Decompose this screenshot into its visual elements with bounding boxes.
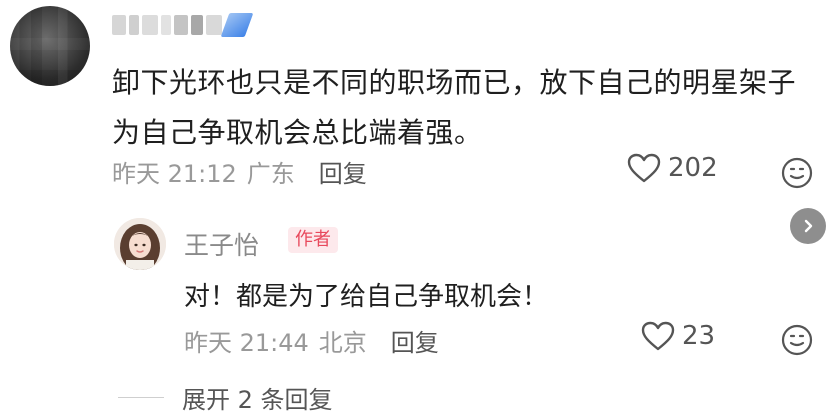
reply-meta: 昨天 21:44 北京 回复 <box>184 323 439 358</box>
expand-replies-button[interactable]: 展开 2 条回复 <box>118 380 333 415</box>
commenter-username-blurred[interactable] <box>112 10 262 40</box>
comment-reply-button[interactable]: 回复 <box>319 154 367 189</box>
heart-outline-icon <box>641 321 675 351</box>
reply-reply-button[interactable]: 回复 <box>391 323 439 358</box>
commenter-avatar[interactable] <box>10 6 90 86</box>
reply-avatar[interactable] <box>114 218 166 270</box>
portrait-icon <box>114 218 166 270</box>
divider-line <box>118 397 164 398</box>
chevron-right-icon <box>804 219 813 233</box>
reply-location: 北京 <box>318 329 367 357</box>
comment-like-button[interactable]: 202 <box>626 152 718 184</box>
comment-time: 昨天 21:12 <box>112 160 237 188</box>
comment-like-count: 202 <box>668 153 718 183</box>
author-badge: 作者 <box>288 227 338 253</box>
reply-time: 昨天 21:44 <box>184 329 309 357</box>
reply-like-count: 23 <box>682 321 716 351</box>
next-arrow-button[interactable] <box>790 208 826 244</box>
reply-like-button[interactable]: 23 <box>640 320 715 352</box>
comment-text: 卸下光环也只是不同的职场而已，放下自己的明星架子为自己争取机会总比端着强。 <box>112 66 797 149</box>
smile-face-icon[interactable] <box>780 323 814 357</box>
comment-meta: 昨天 21:12 广东 回复 <box>112 154 367 189</box>
comment-location: 广东 <box>246 160 295 188</box>
reply-text: 对！都是为了给自己争取机会！ <box>184 282 549 312</box>
reply-username[interactable]: 王子怡 <box>184 226 259 262</box>
heart-outline-icon <box>627 153 661 183</box>
smile-face-icon[interactable] <box>780 156 814 190</box>
expand-replies-label: 展开 2 条回复 <box>182 386 333 414</box>
